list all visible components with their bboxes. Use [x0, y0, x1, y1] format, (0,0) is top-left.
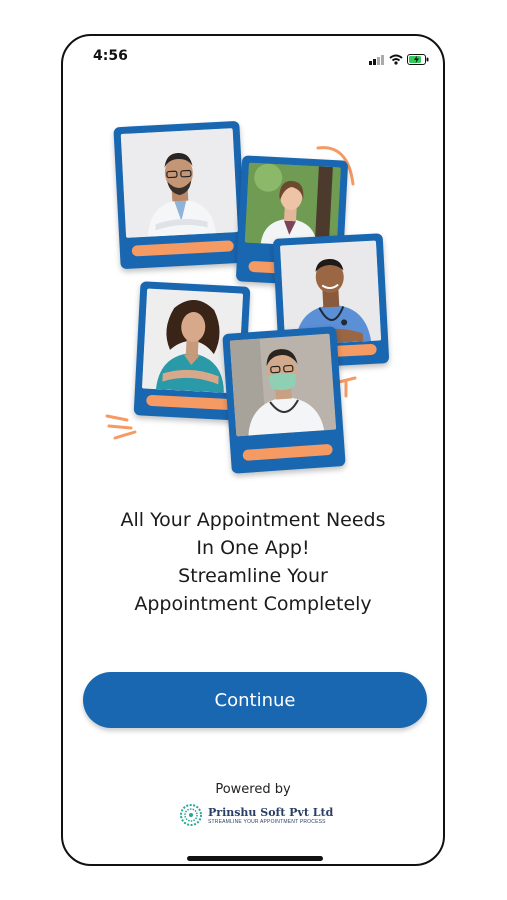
- company-tagline: STREAMLINE YOUR APPOINTMENT PROCESS: [208, 818, 326, 825]
- doctors-illustration: [63, 36, 443, 496]
- doctor-card-1: [113, 120, 247, 270]
- doctor-photo: [244, 162, 341, 248]
- headline-line-2: In One App!: [196, 537, 310, 559]
- headline-line-3: Streamline Your: [178, 565, 328, 587]
- company-logo: Prinshu Soft Pvt Ltd STREAMLINE YOUR APP…: [180, 804, 333, 826]
- continue-button[interactable]: Continue: [83, 672, 427, 728]
- company-logo-icon: [180, 804, 202, 826]
- headline-line-4: Appointment Completely: [134, 593, 372, 615]
- company-name: Prinshu Soft Pvt Ltd: [208, 805, 334, 819]
- phone-screen: 4:56 All Your Appointment Needs In One A…: [61, 34, 445, 866]
- doctor-card-5: [222, 326, 346, 474]
- powered-by-label: Powered by: [215, 782, 291, 797]
- doctor-photo: [120, 128, 239, 238]
- headline: All Your Appointment Needs In One App! S…: [63, 506, 443, 618]
- headline-line-1: All Your Appointment Needs: [120, 509, 386, 531]
- home-indicator: [187, 856, 323, 861]
- doctor-photo: [229, 333, 337, 437]
